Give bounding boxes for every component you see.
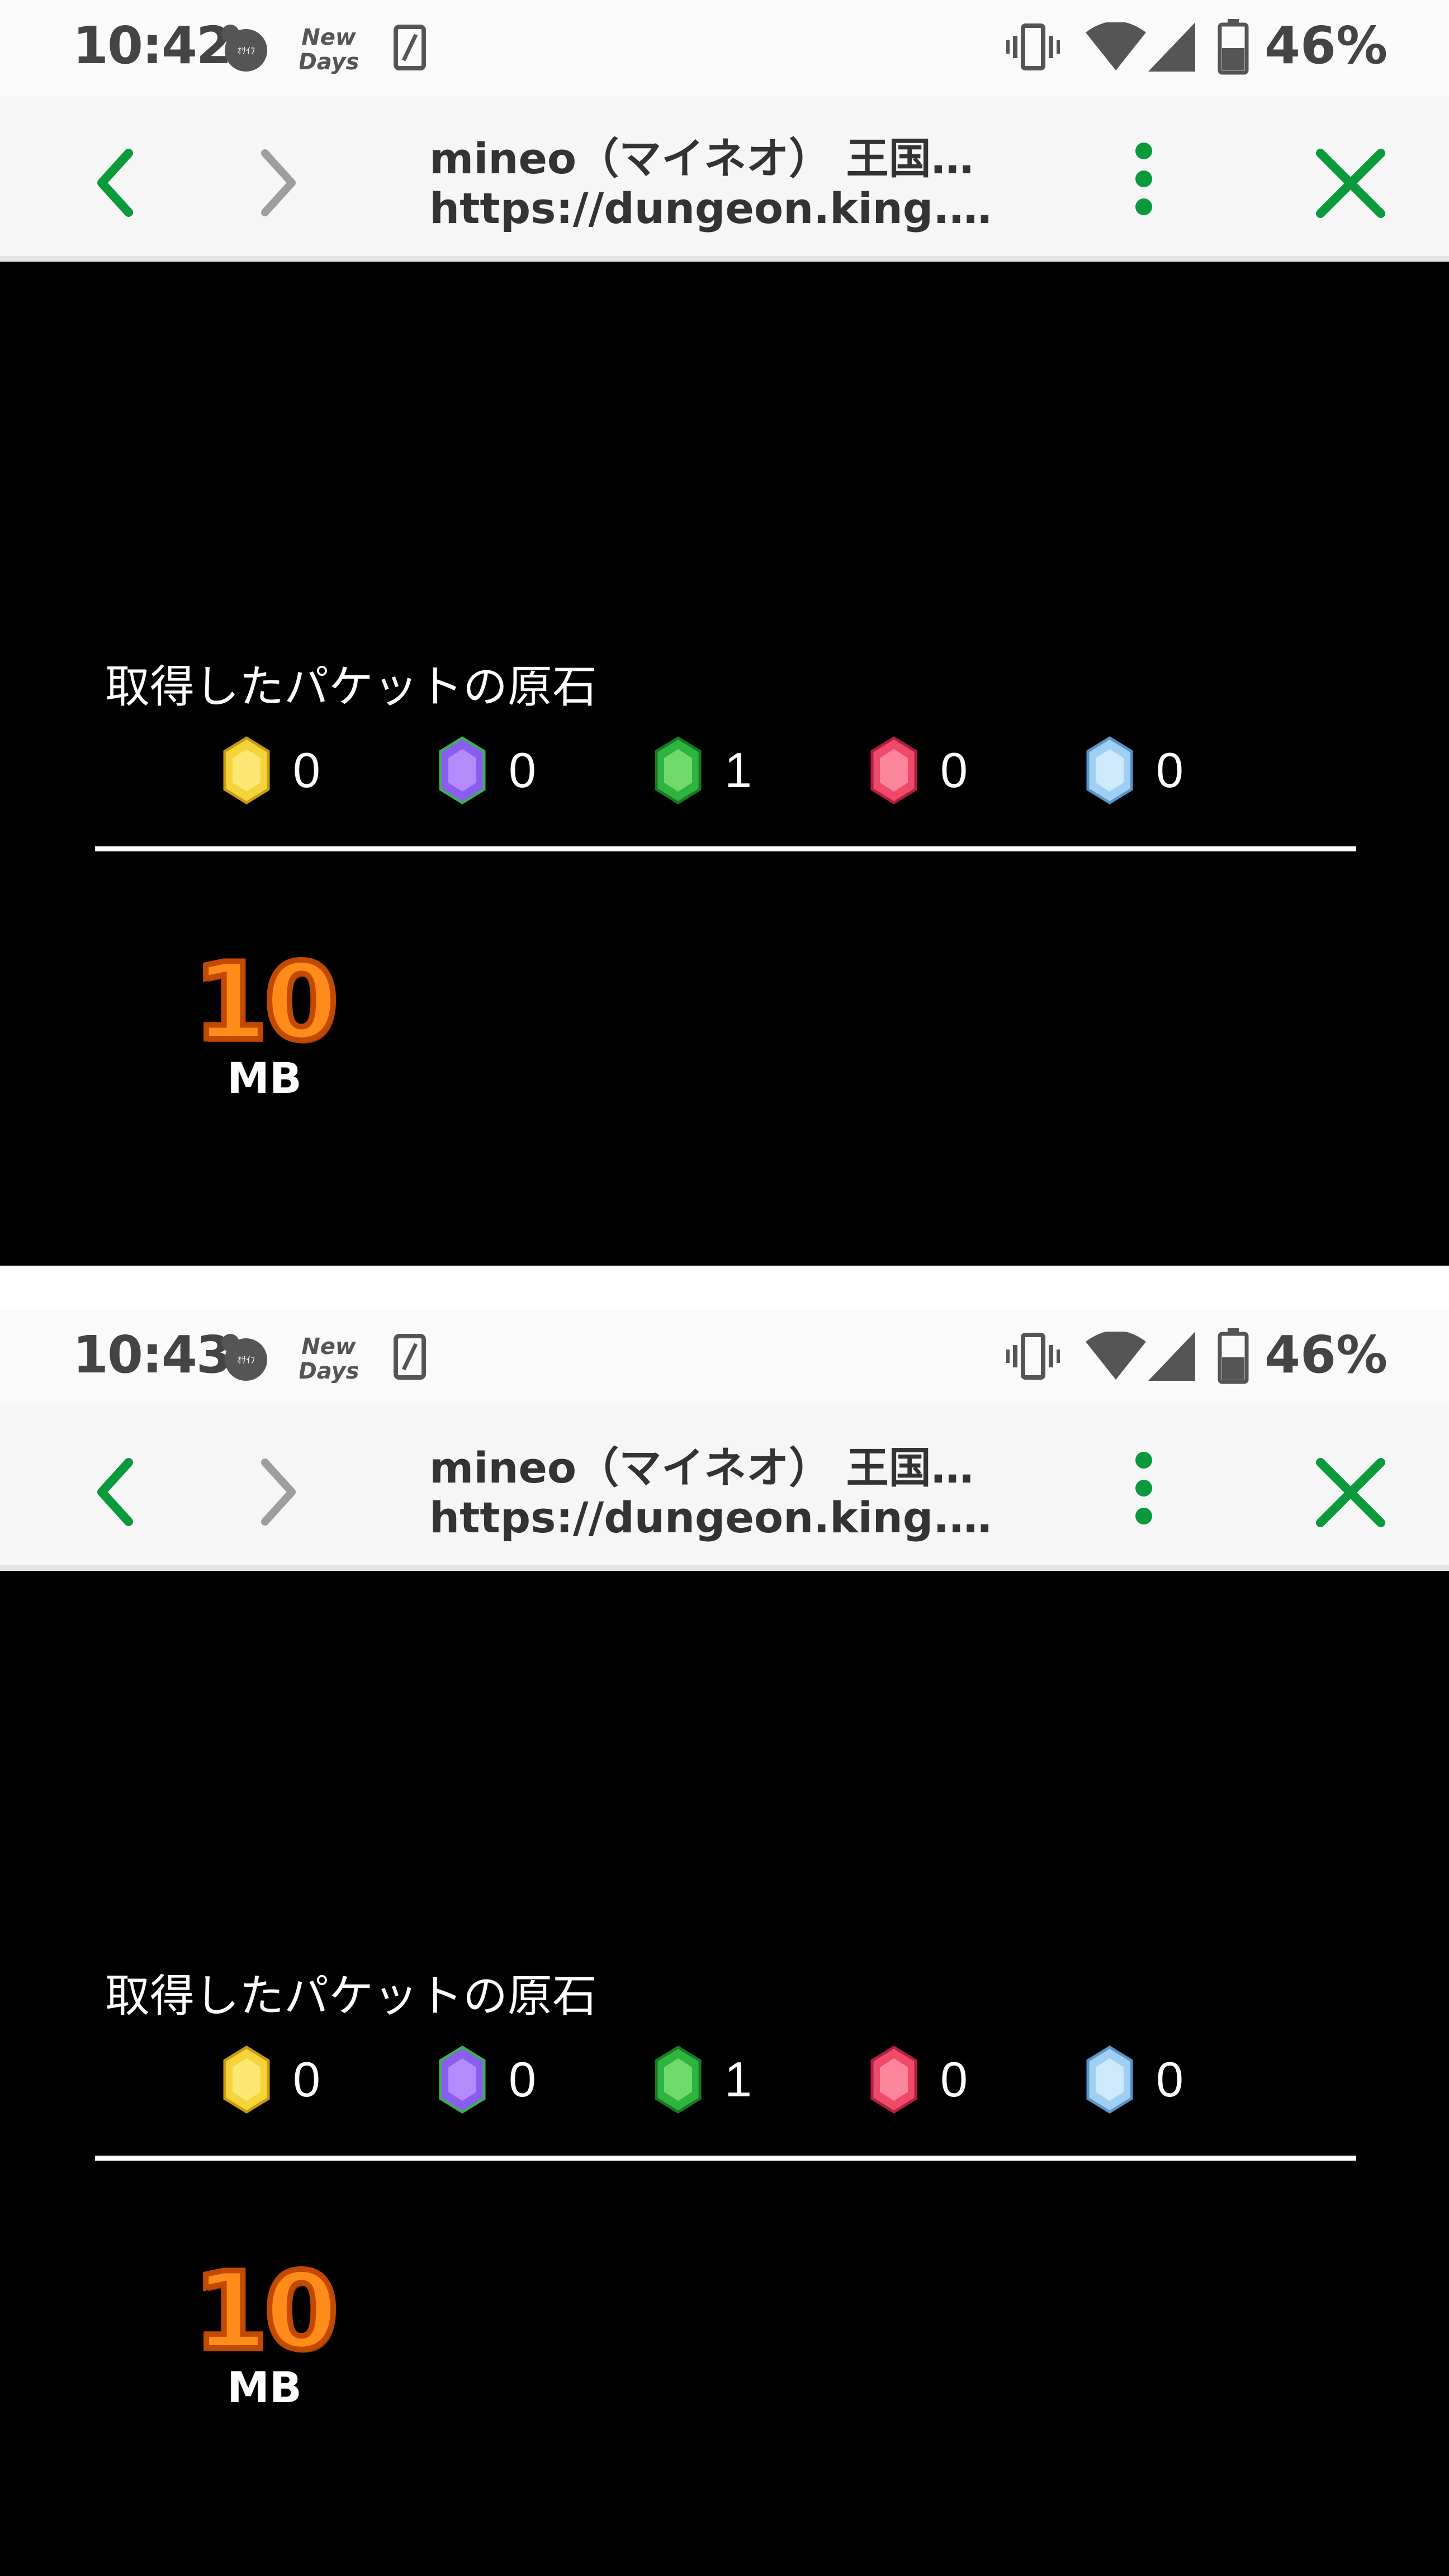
gem-counts: 0 0 1 0 0 xyxy=(0,2040,1449,2119)
gem-red: 0 xyxy=(869,2040,968,2119)
packet-10mb-icon: 10 MB xyxy=(189,2250,341,2413)
green-gem-icon xyxy=(655,736,702,804)
gem-count-blue: 0 xyxy=(1156,2052,1183,2107)
svg-text:New: New xyxy=(301,25,357,50)
packet-unit: MB xyxy=(227,1053,302,1103)
vibrate-icon xyxy=(1006,23,1060,70)
purple-gem-icon xyxy=(439,736,486,804)
blue-gem-icon xyxy=(1086,736,1133,804)
gem-green: 1 xyxy=(653,2040,752,2119)
gem-purple: 0 xyxy=(437,731,536,809)
gem-blue: 0 xyxy=(1085,731,1183,809)
gem-count-green: 1 xyxy=(724,2052,752,2107)
blue-gem-icon xyxy=(1086,2045,1133,2114)
forward-arrow-icon[interactable] xyxy=(254,146,304,219)
wifi-icon xyxy=(1086,1332,1146,1380)
battery-percent: 46% xyxy=(1265,1325,1388,1385)
divider xyxy=(95,846,1356,851)
svg-text:ｵｻｲﾌ: ｵｻｲﾌ xyxy=(237,1355,255,1365)
battery-icon xyxy=(1218,1328,1249,1384)
gem-purple: 0 xyxy=(437,2040,536,2119)
status-time: 10:43 xyxy=(73,1325,232,1385)
gem-count-purple: 0 xyxy=(509,2052,536,2107)
close-icon[interactable] xyxy=(1314,146,1388,220)
screenshot-2: 10:43 ｵｻｲﾌ New Days 46% mineo（マイネオ） 王国ダ…… xyxy=(0,1309,1449,2576)
purple-gem-icon xyxy=(439,2045,486,2114)
svg-text:New: New xyxy=(301,1334,357,1360)
packet-value: 10 xyxy=(191,2250,341,2373)
gem-count-blue: 0 xyxy=(1156,742,1183,798)
page-title: mineo（マイネオ） 王国ダ… xyxy=(429,134,1000,183)
page-title: mineo（マイネオ） 王国ダ… xyxy=(429,1443,1000,1493)
page-url[interactable]: https://dungeon.king.mine… xyxy=(429,183,1000,233)
gem-count-red: 0 xyxy=(940,742,968,798)
yellow-gem-icon xyxy=(223,736,270,804)
screenshot-1: 10:42 ｵｻｲﾌ New Days 46% mineo（マイネオ） 王国ダ…… xyxy=(0,0,1449,1266)
divider xyxy=(95,2156,1356,2161)
cell-signal-icon xyxy=(1148,1332,1195,1381)
red-gem-icon xyxy=(870,736,917,804)
browser-toolbar: mineo（マイネオ） 王国ダ… https://dungeon.king.mi… xyxy=(0,1405,1449,1571)
packet-unit: MB xyxy=(227,2362,302,2412)
green-gem-icon xyxy=(655,2045,702,2114)
gems-heading: 取得したパケットの原石 xyxy=(105,661,597,713)
close-icon[interactable] xyxy=(1314,1456,1388,1530)
svg-text:Days: Days xyxy=(300,1358,358,1383)
gem-count-purple: 0 xyxy=(509,742,536,798)
status-bar: 10:43 ｵｻｲﾌ New Days 46% xyxy=(0,1309,1449,1405)
gem-blue: 0 xyxy=(1085,2040,1183,2119)
gem-red: 0 xyxy=(869,731,968,809)
status-time: 10:42 xyxy=(73,16,232,75)
game-content: 取得したパケットの原石 0 0 1 0 0 10 MB xyxy=(0,262,1449,1266)
game-content: 取得したパケットの原石 0 0 1 0 0 10 MB xyxy=(0,1571,1449,2576)
battery-percent: 46% xyxy=(1265,16,1388,75)
red-gem-icon xyxy=(870,2045,917,2114)
packet-10mb-icon: 10 MB xyxy=(189,940,341,1104)
newdays-icon: New Days xyxy=(300,25,358,74)
svg-text:Days: Days xyxy=(300,49,358,74)
newdays-icon: New Days xyxy=(300,1334,358,1383)
battery-icon xyxy=(1218,19,1249,75)
gem-count-red: 0 xyxy=(940,2052,968,2107)
gem-count-green: 1 xyxy=(724,742,752,798)
gem-count-yellow: 0 xyxy=(293,2052,320,2107)
gem-count-yellow: 0 xyxy=(293,742,320,798)
browser-toolbar: mineo（マイネオ） 王国ダ… https://dungeon.king.mi… xyxy=(0,96,1449,262)
mascot-icon: ｵｻｲﾌ xyxy=(221,1334,267,1381)
yellow-gem-icon xyxy=(223,2045,270,2114)
sim-card-icon xyxy=(394,1334,426,1380)
cell-signal-icon xyxy=(1148,22,1195,72)
gems-heading: 取得したパケットの原石 xyxy=(105,1970,597,2022)
forward-arrow-icon[interactable] xyxy=(254,1456,304,1528)
sim-card-icon xyxy=(394,25,426,70)
page-url[interactable]: https://dungeon.king.mine… xyxy=(429,1493,1000,1542)
more-vert-icon[interactable] xyxy=(1128,141,1159,217)
packet-value: 10 xyxy=(191,940,341,1064)
more-vert-icon[interactable] xyxy=(1128,1450,1159,1526)
gem-counts: 0 0 1 0 0 xyxy=(0,731,1449,809)
wifi-icon xyxy=(1086,22,1146,70)
status-bar: 10:42 ｵｻｲﾌ New Days 46% xyxy=(0,0,1449,96)
vibrate-icon xyxy=(1006,1333,1060,1380)
gem-yellow: 0 xyxy=(221,2040,320,2119)
mascot-icon: ｵｻｲﾌ xyxy=(221,25,267,72)
back-arrow-icon[interactable] xyxy=(89,146,140,219)
back-arrow-icon[interactable] xyxy=(89,1456,140,1528)
gem-green: 1 xyxy=(653,731,752,809)
svg-text:ｵｻｲﾌ: ｵｻｲﾌ xyxy=(237,45,255,56)
gem-yellow: 0 xyxy=(221,731,320,809)
